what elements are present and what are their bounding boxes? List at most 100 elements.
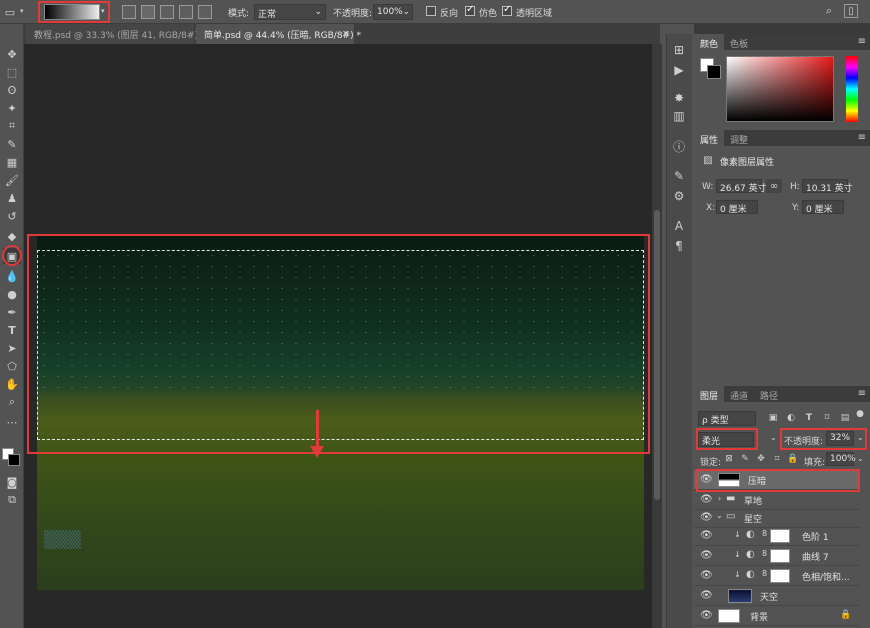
- radial-gradient-button[interactable]: [141, 5, 155, 19]
- info-icon[interactable]: ⓘ: [670, 138, 688, 154]
- eye-icon[interactable]: 👁: [700, 512, 713, 523]
- stamp-tool-icon[interactable]: ♟: [3, 190, 21, 206]
- chevron-down-icon[interactable]: ▾: [20, 7, 24, 15]
- reflected-gradient-button[interactable]: [179, 5, 193, 19]
- character-icon[interactable]: A: [670, 218, 688, 234]
- lasso-tool-icon[interactable]: ʘ: [3, 82, 21, 98]
- lock-artboard-icon[interactable]: ⌗: [772, 453, 782, 465]
- history-panel-icon[interactable]: ⊞: [670, 42, 688, 58]
- y-field[interactable]: 0 厘米: [802, 200, 844, 215]
- filter-shape-icon[interactable]: ⌑: [822, 412, 832, 424]
- layer-row-caodi[interactable]: 👁 › ▬ 草地: [694, 490, 860, 510]
- tab-color[interactable]: 颜色: [694, 34, 725, 50]
- type-tool-icon[interactable]: T: [3, 322, 21, 338]
- tab-swatches[interactable]: 色板: [724, 34, 754, 50]
- paragraph-icon[interactable]: ¶: [670, 238, 688, 254]
- screen-mode-icon[interactable]: ⧉: [3, 492, 21, 508]
- x-field[interactable]: 0 厘米: [716, 200, 758, 215]
- fill-input[interactable]: 100%: [826, 452, 856, 466]
- eye-icon[interactable]: 👁: [700, 530, 713, 541]
- eraser-tool-icon[interactable]: ◆: [3, 228, 21, 244]
- panel-menu-icon[interactable]: ≡: [858, 388, 866, 399]
- brush-panel-icon[interactable]: ✎: [670, 168, 688, 184]
- mode-select[interactable]: 正常 ⌄: [254, 4, 326, 20]
- linear-gradient-button[interactable]: [122, 5, 136, 19]
- layer-row-beijing[interactable]: 👁 背景 🔒: [694, 606, 860, 626]
- actions-play-icon[interactable]: ▶: [670, 62, 688, 78]
- magic-wand-tool-icon[interactable]: ✦: [3, 100, 21, 116]
- path-selection-tool-icon[interactable]: ➤: [3, 340, 21, 356]
- tab-paths[interactable]: 路径: [754, 386, 784, 402]
- background-color-swatch[interactable]: [8, 454, 20, 466]
- chevron-down-icon[interactable]: ⌄: [857, 454, 864, 463]
- tab-properties[interactable]: 属性: [694, 130, 725, 146]
- move-tool-icon[interactable]: ✥: [3, 46, 21, 62]
- workspace-icon[interactable]: ▯: [844, 4, 858, 18]
- layer-row-xingkong[interactable]: 👁 ⌄ ▭ 星空: [694, 508, 860, 528]
- tab-jiaocheng[interactable]: 教程.psd @ 33.3% (图层 41, RGB/8#): [26, 24, 198, 44]
- more-tools-icon[interactable]: ⋯: [3, 414, 21, 430]
- search-icon[interactable]: ⌕: [822, 4, 836, 18]
- tab-layers[interactable]: 图层: [694, 386, 725, 402]
- gradient-tool-preset-icon[interactable]: ▭: [3, 5, 17, 19]
- dither-checkbox[interactable]: [465, 4, 475, 16]
- scrollbar-thumb[interactable]: [654, 210, 660, 500]
- panel-menu-icon[interactable]: ≡: [858, 132, 866, 143]
- width-field[interactable]: 26.67 英寸: [716, 179, 767, 194]
- color-spectrum[interactable]: [726, 56, 834, 122]
- angle-gradient-button[interactable]: [160, 5, 174, 19]
- hue-slider[interactable]: [846, 56, 858, 122]
- shape-tool-icon[interactable]: ⬠: [3, 358, 21, 374]
- lock-position-icon[interactable]: ✥: [756, 453, 766, 465]
- eye-icon[interactable]: 👁: [700, 590, 713, 601]
- crop-tool-icon[interactable]: ⌗: [3, 118, 21, 134]
- eye-icon[interactable]: 👁: [700, 550, 713, 561]
- blur-tool-icon[interactable]: 💧: [3, 268, 21, 284]
- pen-tool-icon[interactable]: ✒: [3, 304, 21, 320]
- lock-icon: 🔒: [840, 610, 852, 620]
- panel-menu-icon[interactable]: ≡: [858, 36, 866, 47]
- background-color-swatch[interactable]: [707, 65, 721, 79]
- eye-icon[interactable]: 👁: [700, 494, 713, 505]
- layer-row-tiankong[interactable]: 👁 天空: [694, 586, 860, 606]
- zoom-tool-icon[interactable]: ⌕: [3, 394, 21, 410]
- eyedropper-tool-icon[interactable]: ✎: [3, 136, 21, 152]
- transparency-checkbox[interactable]: [502, 4, 512, 16]
- tab-adjustments[interactable]: 调整: [724, 130, 754, 146]
- layer-row-quxian[interactable]: 👁 ↓ ◐ 8 曲线 7: [694, 546, 860, 566]
- filter-pixel-icon[interactable]: ▣: [768, 412, 778, 424]
- reverse-checkbox[interactable]: [426, 6, 436, 16]
- eye-icon[interactable]: 👁: [700, 570, 713, 581]
- brush-tool-icon[interactable]: 🖌: [3, 172, 21, 188]
- layer-row-hue-saturation[interactable]: 👁 ↓ ◐ 8 色相/饱和...: [694, 566, 860, 586]
- adjust-sliders-icon[interactable]: ⚙: [670, 188, 688, 204]
- filter-adjustment-icon[interactable]: ◐: [786, 412, 796, 424]
- histogram-icon[interactable]: ▥: [670, 108, 688, 124]
- link-icon[interactable]: ∞: [766, 179, 782, 193]
- filter-type-icon[interactable]: T: [804, 412, 814, 424]
- height-field[interactable]: 10.31 英寸: [802, 179, 853, 194]
- healing-brush-tool-icon[interactable]: ▦: [3, 154, 21, 170]
- lock-transparency-icon[interactable]: ⊠: [724, 453, 734, 465]
- filter-smart-object-icon[interactable]: ▤: [840, 412, 850, 424]
- hand-tool-icon[interactable]: ✋: [3, 376, 21, 392]
- layer-filter-select[interactable]: ρ 类型: [698, 411, 756, 426]
- layer-row-sejie[interactable]: 👁 ↓ ◐ 8 色阶 1: [694, 526, 860, 546]
- chevron-right-icon[interactable]: ›: [718, 494, 721, 503]
- close-icon[interactable]: ×: [342, 29, 350, 39]
- marquee-tool-icon[interactable]: ⬚: [3, 64, 21, 80]
- filter-toggle-icon[interactable]: ●: [856, 409, 864, 419]
- opacity-input[interactable]: 100% ⌄: [373, 4, 413, 20]
- quick-mask-icon[interactable]: ◙: [3, 474, 21, 490]
- history-brush-tool-icon[interactable]: ↺: [3, 208, 21, 224]
- lock-all-icon[interactable]: 🔒: [787, 453, 798, 465]
- eye-icon[interactable]: 👁: [700, 610, 713, 621]
- tab-jiandan[interactable]: 简单.psd @ 44.4% (压暗, RGB/8#) *: [196, 24, 361, 44]
- lock-pixels-icon[interactable]: ✎: [740, 453, 750, 465]
- chevron-down-icon[interactable]: ⌄: [716, 511, 723, 520]
- tab-channels[interactable]: 通道: [724, 386, 754, 402]
- diamond-gradient-button[interactable]: [198, 5, 212, 19]
- brush-settings-icon[interactable]: ✸: [670, 90, 688, 106]
- chevron-down-icon[interactable]: ⌄: [770, 433, 777, 442]
- dodge-tool-icon[interactable]: ●: [3, 286, 21, 302]
